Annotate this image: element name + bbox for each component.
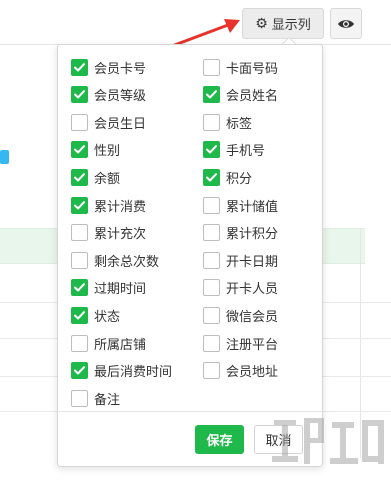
column-option[interactable]: 所属店铺 [71, 333, 146, 353]
save-button[interactable]: 保存 [195, 425, 244, 454]
column-option[interactable]: 手机号 [203, 140, 265, 160]
column-option-label: 手机号 [226, 144, 266, 160]
status-chip [0, 150, 9, 164]
column-option[interactable]: 过期时间 [71, 278, 146, 298]
column-option[interactable]: 累计储值 [203, 195, 278, 215]
column-option[interactable]: 开卡日期 [203, 250, 278, 270]
checkbox-checked[interactable] [71, 279, 88, 297]
column-option[interactable]: 备注 [71, 388, 120, 408]
column-option[interactable]: 会员卡号 [71, 57, 146, 77]
column-option-label: 余额 [94, 171, 121, 187]
column-option-label: 性别 [94, 144, 121, 160]
column-option[interactable]: 累计积分 [203, 223, 278, 243]
checkbox-unchecked[interactable] [71, 389, 88, 407]
column-option-label: 微信会员 [226, 309, 279, 325]
column-option-label: 累计消费 [94, 199, 147, 215]
checkbox-unchecked[interactable] [203, 334, 220, 352]
checkbox-checked[interactable] [71, 362, 88, 380]
checkbox-unchecked[interactable] [203, 113, 220, 131]
gear-icon: ⚙ [255, 15, 268, 32]
column-option[interactable]: 卡面号码 [203, 57, 278, 77]
column-option-label: 累计储值 [226, 199, 279, 215]
check-icon [74, 62, 85, 71]
column-option-label: 会员等级 [94, 89, 147, 105]
checkbox-checked[interactable] [71, 196, 88, 214]
eye-icon [338, 19, 354, 28]
show-columns-button[interactable]: ⚙ 显示列 [242, 8, 324, 39]
eye-button[interactable] [330, 8, 362, 39]
column-option-label: 开卡人员 [226, 282, 279, 298]
column-option-label: 积分 [226, 171, 253, 187]
column-option[interactable]: 会员地址 [203, 361, 278, 381]
column-option-label: 过期时间 [94, 282, 147, 298]
check-icon [74, 200, 85, 209]
column-option[interactable]: 注册平台 [203, 333, 278, 353]
column-option[interactable]: 性别 [71, 140, 120, 160]
column-option[interactable]: 累计消费 [71, 195, 146, 215]
column-option[interactable]: 累计充次 [71, 223, 146, 243]
column-option[interactable]: 状态 [71, 305, 120, 325]
checkbox-unchecked[interactable] [203, 224, 220, 242]
cancel-button[interactable]: 取消 [254, 425, 303, 454]
column-option-label: 累计充次 [94, 227, 147, 243]
checkbox-checked[interactable] [203, 141, 220, 159]
column-option[interactable]: 会员姓名 [203, 85, 278, 105]
column-option-label: 注册平台 [226, 337, 279, 353]
column-option[interactable]: 剩余总次数 [71, 250, 159, 270]
column-option-label: 会员卡号 [94, 61, 147, 77]
checkbox-unchecked[interactable] [71, 113, 88, 131]
check-icon [74, 366, 85, 375]
popover-caret-inner [283, 38, 295, 44]
column-option-label: 标签 [226, 116, 253, 132]
checkbox-checked[interactable] [203, 168, 220, 186]
column-option-label: 会员地址 [226, 365, 279, 381]
check-icon [206, 173, 217, 182]
column-option[interactable]: 会员生日 [71, 112, 146, 132]
checkbox-checked[interactable] [71, 306, 88, 324]
check-icon [74, 173, 85, 182]
column-option-label: 备注 [94, 392, 121, 408]
column-option[interactable]: 标签 [203, 112, 252, 132]
checkbox-unchecked[interactable] [71, 334, 88, 352]
column-option-label: 会员生日 [94, 116, 147, 132]
column-option-label: 开卡日期 [226, 254, 279, 270]
column-option-label: 所属店铺 [94, 337, 147, 353]
check-icon [74, 90, 85, 99]
checkbox-unchecked[interactable] [203, 58, 220, 76]
column-option-label: 最后消费时间 [94, 365, 173, 381]
checkbox-unchecked[interactable] [203, 362, 220, 380]
column-option-label: 状态 [94, 309, 121, 325]
check-icon [74, 145, 85, 154]
check-icon [74, 283, 85, 292]
checkbox-unchecked[interactable] [203, 196, 220, 214]
check-icon [206, 90, 217, 99]
checkbox-checked[interactable] [71, 141, 88, 159]
checkbox-checked[interactable] [203, 86, 220, 104]
checkbox-unchecked[interactable] [203, 279, 220, 297]
column-option[interactable]: 会员等级 [71, 85, 146, 105]
checkbox-unchecked[interactable] [203, 306, 220, 324]
check-icon [206, 145, 217, 154]
checkbox-unchecked[interactable] [71, 224, 88, 242]
column-option[interactable]: 余额 [71, 167, 120, 187]
show-columns-label: 显示列 [271, 18, 311, 33]
column-option[interactable]: 最后消费时间 [71, 361, 172, 381]
column-option[interactable]: 积分 [203, 167, 252, 187]
column-option-label: 剩余总次数 [94, 254, 160, 270]
checkbox-unchecked[interactable] [203, 251, 220, 269]
checkbox-unchecked[interactable] [71, 251, 88, 269]
column-option[interactable]: 微信会员 [203, 305, 278, 325]
column-option-label: 会员姓名 [226, 89, 279, 105]
checkbox-checked[interactable] [71, 58, 88, 76]
checkbox-checked[interactable] [71, 86, 88, 104]
column-option-label: 累计积分 [226, 227, 279, 243]
table-edge [360, 228, 361, 458]
popover-divider [57, 411, 323, 412]
column-option-label: 卡面号码 [226, 61, 279, 77]
checkbox-checked[interactable] [71, 168, 88, 186]
check-icon [74, 311, 85, 320]
column-option[interactable]: 开卡人员 [203, 278, 278, 298]
